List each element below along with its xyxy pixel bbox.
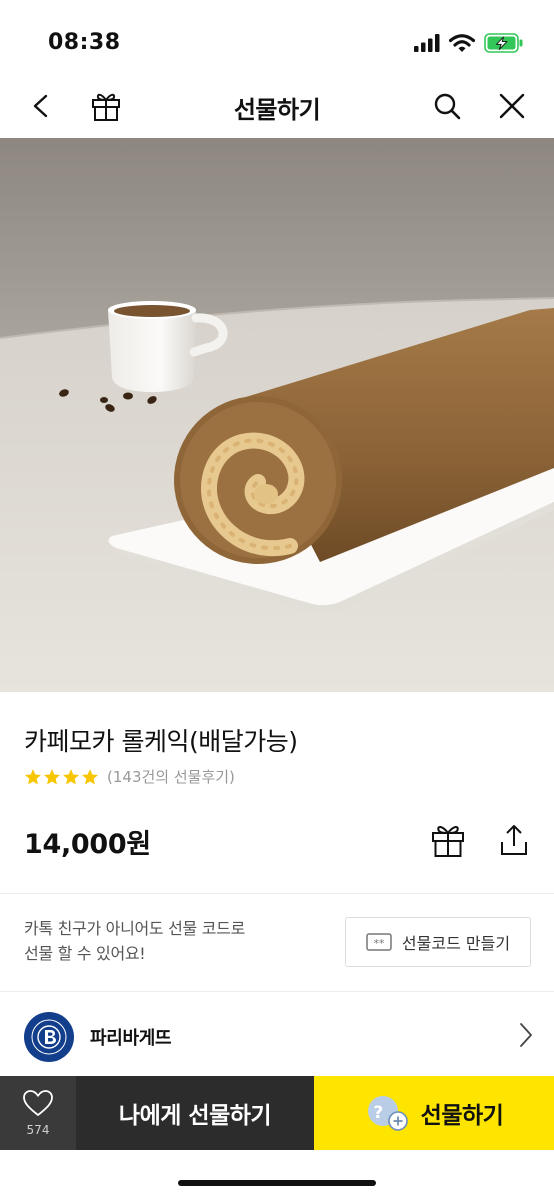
star-icon <box>62 768 80 784</box>
svg-text:?: ? <box>373 1103 382 1123</box>
star-icon <box>43 768 61 784</box>
close-icon <box>499 93 525 119</box>
add-friend-gift-icon: ? <box>367 1096 408 1131</box>
svg-text:**: ** <box>373 937 385 950</box>
brand-row[interactable]: 파리바게뜨 <box>0 992 554 1076</box>
bottom-action-bar: 574 나에게 선물하기 ? 선물하기 <box>0 1076 554 1150</box>
star-icon <box>24 768 42 784</box>
gift-code-note: 카톡 친구가 아니어도 선물 코드로 선물 할 수 있어요! <box>24 916 245 966</box>
close-button[interactable] <box>490 84 534 128</box>
rating-stars <box>24 768 99 786</box>
brand-logo <box>24 1012 74 1062</box>
signal-icon <box>414 34 440 52</box>
gift-icon <box>432 826 464 857</box>
search-button[interactable] <box>425 84 469 128</box>
status-time: 08:38 <box>48 30 121 55</box>
product-image[interactable] <box>0 138 554 692</box>
nav-bar: 선물하기 <box>0 76 554 138</box>
gift-code-note-line1: 카톡 친구가 아니어도 선물 코드로 <box>24 919 246 938</box>
like-count: 574 <box>26 1123 50 1137</box>
page-title: 선물하기 <box>233 96 321 124</box>
search-icon <box>434 93 461 120</box>
chevron-right-icon <box>520 1023 532 1047</box>
create-gift-code-label: 선물코드 만들기 <box>401 934 511 953</box>
share-icon <box>501 825 527 855</box>
review-count[interactable]: (143건의 선물후기) <box>107 766 235 787</box>
divider <box>0 893 554 894</box>
like-button[interactable]: 574 <box>0 1076 76 1150</box>
gift-button-label: 선물하기 <box>420 1103 504 1129</box>
product-name: 카페모카 롤케익(배달가능) <box>24 727 298 756</box>
wifi-icon <box>449 33 475 52</box>
create-gift-code-button[interactable]: ** 선물코드 만들기 <box>345 917 531 967</box>
product-price: 14,000원 <box>24 829 151 860</box>
status-bar: 08:38 <box>0 0 554 76</box>
share-button[interactable] <box>492 818 536 862</box>
battery-charging-icon <box>484 33 523 53</box>
gift-wishlist-button[interactable] <box>426 818 470 862</box>
gift-code-icon: ** <box>366 933 392 951</box>
heart-icon <box>23 1090 53 1116</box>
rating[interactable]: (143건의 선물후기) <box>24 766 235 787</box>
gift-to-me-button[interactable]: 나에게 선물하기 <box>76 1076 314 1150</box>
roll-cake-photo <box>0 138 554 692</box>
status-icons <box>414 32 524 54</box>
star-icon <box>81 768 99 784</box>
home-indicator-area <box>0 1150 554 1200</box>
gift-button[interactable]: ? 선물하기 <box>314 1076 554 1150</box>
brand-name: 파리바게뜨 <box>90 1028 172 1049</box>
gift-code-note-line2: 선물 할 수 있어요! <box>24 944 146 963</box>
home-indicator[interactable] <box>178 1180 376 1186</box>
